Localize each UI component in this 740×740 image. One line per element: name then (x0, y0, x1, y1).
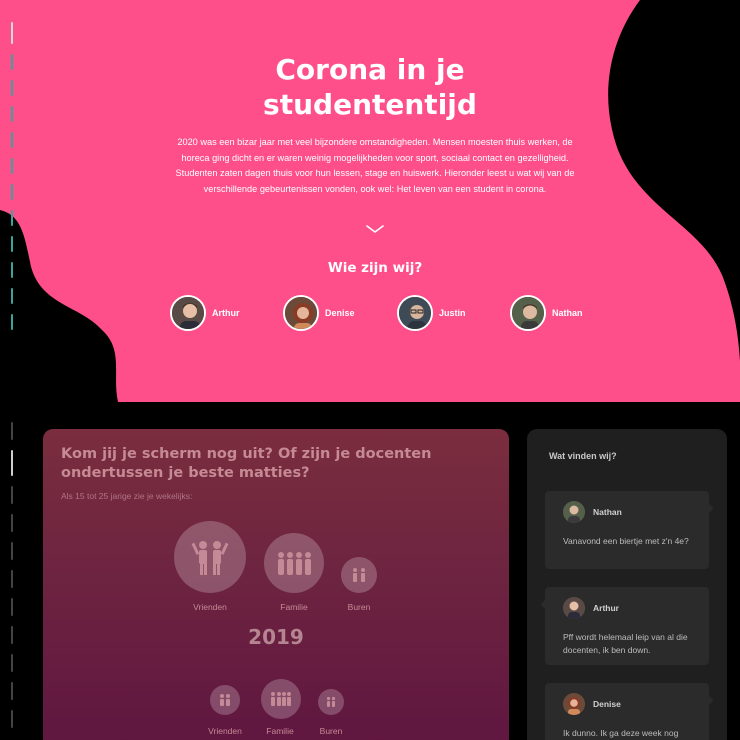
family-icon (264, 533, 324, 593)
title-line-2: studententijd (263, 88, 477, 121)
team-member-denise[interactable]: Denise (283, 295, 355, 331)
team-member-arthur[interactable]: Arthur (170, 295, 240, 331)
who-are-we-heading: Wie zijn wij? (327, 260, 423, 276)
comment-card: Arthur Pff wordt helemaal leip van al di… (540, 587, 709, 665)
opinions-title: Wat vinden wij? (549, 451, 617, 461)
avatar (563, 501, 585, 523)
timeline-scrollbar[interactable] (11, 0, 13, 740)
comment-card: Nathan Vanavond een biertje met z'n 4e? (545, 491, 714, 569)
neighbours-icon (318, 689, 344, 715)
group-label-neighbours: Buren (319, 726, 343, 736)
team-member-name: Denise (325, 308, 355, 318)
chevron-down-icon[interactable] (365, 223, 385, 235)
group-label-friends: Vrienden (193, 602, 227, 612)
team-member-name: Justin (439, 308, 466, 318)
comment-text: Pff wordt helemaal leip van al die docen… (563, 632, 688, 655)
avatar (510, 295, 546, 331)
family-icon (261, 679, 301, 719)
comment-text: Vanavond een biertje met z'n 4e? (563, 536, 689, 546)
opinions-panel: Wat vinden wij? Nathan Vanavond een bier… (527, 429, 727, 740)
neighbours-icon (341, 557, 377, 593)
avatar (170, 295, 206, 331)
team-member-nathan[interactable]: Nathan (510, 295, 583, 331)
friends-icon (174, 521, 246, 593)
avatar (283, 295, 319, 331)
comment-author: Arthur (593, 603, 619, 613)
year-label: 2019 (248, 625, 304, 649)
comment-author: Denise (593, 699, 621, 709)
friends-icon (210, 685, 240, 715)
question-subtitle: Als 15 tot 25 jarige zie je wekelijks: (61, 491, 193, 501)
team-list: Arthur Denise Justin Nathan (0, 295, 740, 335)
title-line-1: Corona in je (275, 53, 465, 86)
comment-author: Nathan (593, 507, 622, 517)
question-card: Kom jij je scherm nog uit? Of zijn je do… (43, 429, 509, 740)
intro-text: 2020 was een bizar jaar met veel bijzond… (175, 137, 575, 194)
comment-card: Denise Ik dunno. Ik ga deze week nog (545, 683, 714, 740)
comment-text: Ik dunno. Ik ga deze week nog (563, 728, 679, 738)
group-label-neighbours: Buren (347, 602, 371, 612)
team-member-name: Nathan (552, 308, 583, 318)
avatar (563, 597, 585, 619)
team-member-justin[interactable]: Justin (397, 295, 466, 331)
page-title: Corona in je studententijd (0, 52, 740, 122)
question-title: Kom jij je scherm nog uit? Of zijn je do… (61, 446, 432, 481)
hero-section: Corona in je studententijd 2020 was een … (0, 0, 740, 402)
avatar (397, 295, 433, 331)
team-member-name: Arthur (212, 308, 240, 318)
avatar (563, 693, 585, 715)
